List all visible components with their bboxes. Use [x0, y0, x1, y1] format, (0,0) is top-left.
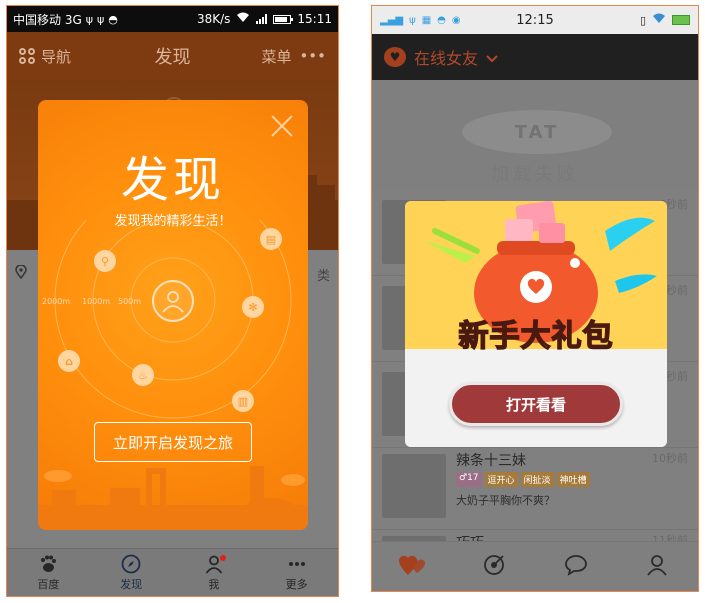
nav-label: 导航: [41, 47, 72, 66]
tab-baidu[interactable]: 百度: [7, 549, 90, 596]
location-suffix: 类: [316, 268, 330, 284]
tab-label: 更多: [285, 577, 308, 591]
gift-title-part: 礼包: [551, 318, 614, 355]
tab-label: 发现: [120, 577, 143, 591]
usb-icon: ψ: [85, 12, 94, 26]
status-left-icons: ▂▄▆ ψ ▦ ◓ ◉: [380, 15, 461, 26]
screenshot-stage: 中国移动 3G ψ ψ ◓ 38K/s 15:11 导航 发现 菜单 ••• 类…: [0, 0, 705, 603]
menu-button[interactable]: 菜单 •••: [261, 46, 326, 67]
gift-title-part: 新手: [458, 318, 521, 355]
tab-more[interactable]: 更多: [255, 549, 338, 596]
usb-debug-icon: ψ: [97, 12, 105, 26]
left-phone-screen: 中国移动 3G ψ ψ ◓ 38K/s 15:11 导航 发现 菜单 ••• 类…: [6, 5, 339, 597]
vibrate-icon: ▯: [639, 13, 646, 27]
chrome-icon: ◉: [451, 14, 461, 26]
baidu-paw-icon: [38, 554, 58, 574]
radar-rings: [54, 220, 292, 419]
compass-icon: [121, 554, 141, 574]
heart-bubble-icon: ♥: [384, 47, 406, 67]
load-failed-text: 加载失败: [491, 164, 579, 185]
tat-logo: TAT: [462, 110, 612, 154]
tab-discover[interactable]: 发现: [90, 549, 173, 596]
newbie-gift-modal: 新手大礼包 打开看看: [405, 201, 667, 447]
tag: 闲扯淡: [520, 472, 554, 487]
open-gift-button[interactable]: 打开看看: [449, 382, 623, 426]
android-icon: ◓: [108, 12, 118, 26]
wifi-icon: [652, 13, 666, 27]
carrier-label: 中国移动 3G: [13, 12, 82, 27]
signal-icon: ▂▄▆: [380, 14, 404, 26]
tab-me[interactable]: 我: [173, 549, 256, 596]
discover-intro-modal: 发现 发现我的精彩生活！ 2000m 1000m 500m ⚲ ▤ ✻ ⌂ ♨ …: [38, 100, 308, 530]
signal-icon: [256, 14, 268, 24]
tab-label: 百度: [37, 577, 60, 591]
android-icon: ◓: [437, 14, 446, 26]
tab-chat[interactable]: [535, 542, 617, 591]
close-icon[interactable]: [270, 114, 294, 138]
clock: 15:11: [297, 12, 332, 26]
chat-bubble-icon: [564, 553, 588, 581]
distance-label: 500m: [118, 297, 142, 306]
tab-target[interactable]: [454, 542, 536, 591]
gear-icon: ✻: [242, 296, 264, 318]
distance-label: 2000m: [42, 297, 71, 306]
status-right-icons: ▯: [640, 13, 690, 27]
app-header: 导航 发现 菜单 •••: [7, 32, 338, 80]
modal-title: 发现: [120, 152, 225, 208]
grid-icon: [19, 48, 35, 64]
battery-icon: [672, 15, 690, 25]
hearts-icon: [398, 553, 428, 581]
page-title: 在线女友: [414, 49, 479, 68]
usb-icon: ψ: [409, 14, 416, 26]
tab-profile[interactable]: [617, 542, 699, 591]
network-speed: 38K/s: [196, 12, 231, 26]
load-failed-area: TAT 加载失败: [372, 80, 698, 190]
wifi-icon: [236, 12, 250, 26]
notification-badge: [220, 555, 227, 561]
list-item-name: 辣条十三妹: [456, 453, 526, 469]
battery-icon: [273, 14, 294, 24]
more-dots-icon: •••: [299, 47, 326, 65]
distance-label: 1000m: [82, 297, 111, 306]
tag-age: ♂17: [456, 472, 482, 487]
bottom-tab-bar: [372, 541, 698, 591]
more-dots-icon: [287, 554, 307, 574]
city-skyline-icon: [38, 466, 308, 530]
gift-title: 新手大礼包: [405, 311, 667, 355]
gift-title-part: 大: [520, 318, 552, 355]
status-bar: 中国移动 3G ψ ψ ◓ 38K/s 15:11: [7, 6, 338, 32]
house-icon: ⌂: [58, 350, 80, 372]
right-phone-screen: ▂▄▆ ψ ▦ ◓ ◉ 12:15 ▯ ♥ 在线女友 TAT 加载失败 6秒前 …: [371, 5, 699, 592]
tag: 神吐槽: [556, 472, 590, 487]
download-icon: ▦: [421, 14, 432, 26]
pin-icon: ⚲: [94, 250, 116, 272]
list-item-message: 大奶子平胸你不爽？: [456, 494, 555, 507]
user-avatar-icon: [152, 280, 194, 322]
menu-label: 菜单: [261, 47, 292, 66]
building-icon: ▥: [232, 390, 254, 412]
bottom-tab-bar: 百度 发现 我 更多: [7, 548, 338, 596]
target-icon: [482, 553, 506, 581]
status-bar: ▂▄▆ ψ ▦ ◓ ◉ 12:15 ▯: [372, 6, 698, 34]
chevron-down-icon: [486, 48, 498, 67]
list-item[interactable]: 辣条十三妹 ♂17 逗开心 闲扯淡 神吐槽 大奶子平胸你不爽？ 10秒前: [372, 444, 698, 530]
tab-hearts[interactable]: [372, 542, 454, 591]
tab-label: 我: [208, 577, 220, 591]
location-pin-icon: [15, 264, 27, 283]
nav-button[interactable]: 导航: [19, 46, 71, 67]
cup-icon: ♨: [132, 364, 154, 386]
document-icon: ▤: [260, 228, 282, 250]
avatar: [382, 454, 446, 518]
tag-list: ♂17 逗开心 闲扯淡 神吐槽: [456, 472, 590, 487]
app-header[interactable]: ♥ 在线女友: [372, 34, 698, 80]
person-icon: [645, 553, 669, 581]
list-item-time: 10秒前: [652, 452, 688, 465]
tag: 逗开心: [484, 472, 518, 487]
start-discover-button[interactable]: 立即开启发现之旅: [94, 422, 252, 462]
